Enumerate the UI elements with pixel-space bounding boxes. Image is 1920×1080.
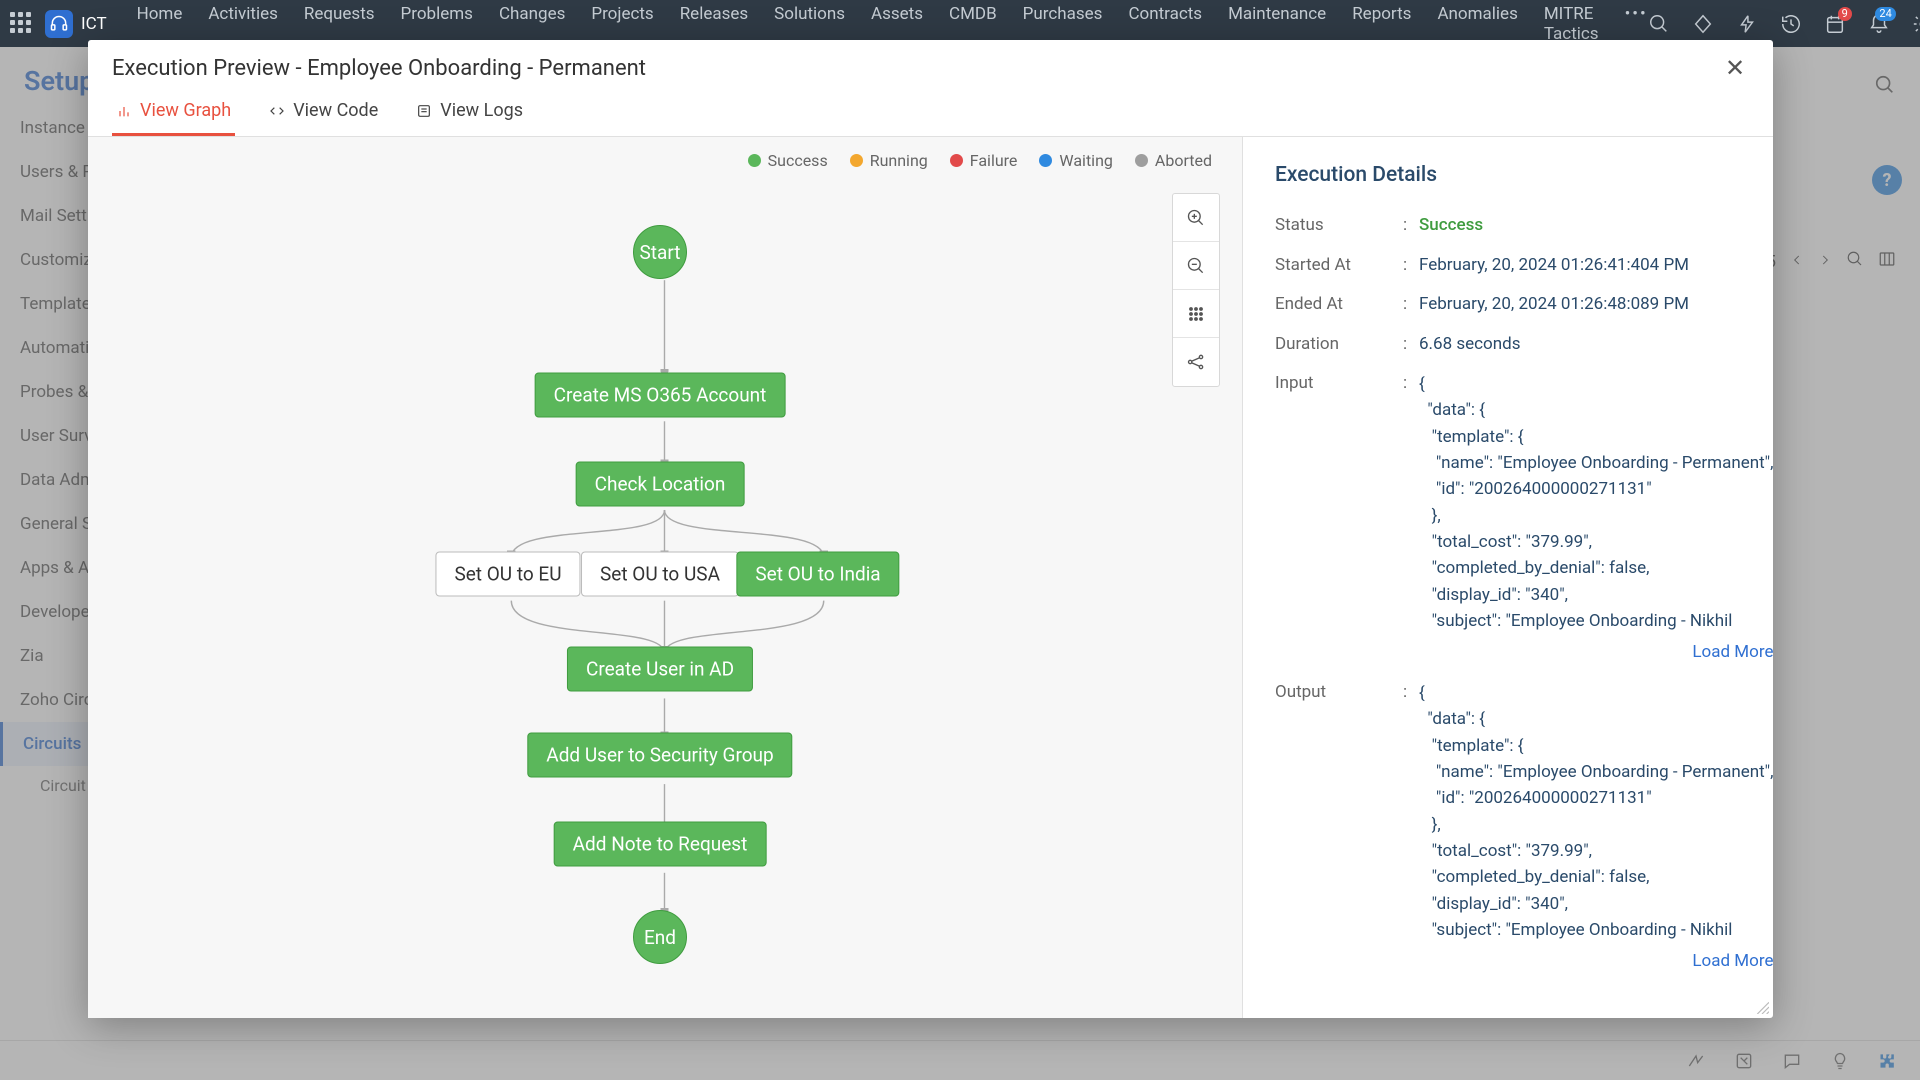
bar-chart-icon <box>116 103 132 119</box>
close-icon[interactable]: ✕ <box>1721 54 1749 82</box>
nav-item[interactable]: Problems <box>401 4 473 44</box>
graph-pane: Success Running Failure Waiting Aborted <box>88 137 1243 1018</box>
brand-logo[interactable]: ICT <box>45 10 107 38</box>
value-started: February, 20, 2024 01:26:41:404 PM <box>1419 253 1741 279</box>
label-started: Started At <box>1275 253 1403 279</box>
nav-item[interactable]: Solutions <box>774 4 845 44</box>
tab-label: View Graph <box>140 100 231 121</box>
nav-item[interactable]: Reports <box>1352 4 1411 44</box>
calendar-icon[interactable]: 9 <box>1824 13 1846 35</box>
resize-grip-icon[interactable] <box>1755 1000 1769 1014</box>
nav-more-icon[interactable]: ••• <box>1625 4 1648 44</box>
value-status: Success <box>1419 213 1741 239</box>
brand-text: ICT <box>81 14 107 34</box>
nav-item[interactable]: Changes <box>499 4 565 44</box>
nav-item[interactable]: Releases <box>680 4 748 44</box>
tab-view-code[interactable]: View Code <box>265 88 382 136</box>
tab-label: View Code <box>293 100 378 121</box>
label-input: Input <box>1275 371 1403 666</box>
gear-icon[interactable] <box>1912 13 1920 35</box>
label-duration: Duration <box>1275 332 1403 358</box>
label-output: Output <box>1275 680 1403 975</box>
output-json: { "data": { "template": { "name": "Emplo… <box>1419 680 1773 943</box>
modal-title: Execution Preview - Employee Onboarding … <box>112 56 646 81</box>
search-icon[interactable] <box>1648 13 1670 35</box>
nav-item[interactable]: Requests <box>304 4 375 44</box>
label-status: Status <box>1275 213 1403 239</box>
input-json: { "data": { "template": { "name": "Emplo… <box>1419 371 1773 634</box>
headset-icon <box>45 10 73 38</box>
node-o365[interactable]: Create MS O365 Account <box>535 373 786 418</box>
modal-body: Success Running Failure Waiting Aborted <box>88 137 1773 1018</box>
node-ou-eu[interactable]: Set OU to EU <box>435 552 580 597</box>
execution-preview-modal: Execution Preview - Employee Onboarding … <box>88 40 1773 1018</box>
modal-header: Execution Preview - Employee Onboarding … <box>88 40 1773 88</box>
node-ou-usa[interactable]: Set OU to USA <box>581 552 739 597</box>
nav-item[interactable]: MITRE Tactics <box>1544 4 1599 44</box>
tab-view-logs[interactable]: View Logs <box>412 88 527 136</box>
modal-tabs: View Graph View Code View Logs <box>88 88 1773 137</box>
nav-item[interactable]: CMDB <box>949 4 997 44</box>
node-check-location[interactable]: Check Location <box>576 462 745 507</box>
node-ou-india[interactable]: Set OU to India <box>736 552 899 597</box>
nav-item[interactable]: Assets <box>871 4 923 44</box>
nav-item[interactable]: Maintenance <box>1228 4 1326 44</box>
node-start[interactable]: Start <box>633 225 687 279</box>
node-end[interactable]: End <box>633 910 687 964</box>
execution-details-panel: Execution Details Status:Success Started… <box>1243 137 1773 1018</box>
label-ended: Ended At <box>1275 292 1403 318</box>
apps-grid-icon[interactable] <box>10 12 31 36</box>
load-more-input[interactable]: Load More <box>1419 640 1773 666</box>
load-more-output[interactable]: Load More <box>1419 949 1773 975</box>
top-nav: Home Activities Requests Problems Change… <box>137 4 1648 44</box>
value-ended: February, 20, 2024 01:26:48:089 PM <box>1419 292 1741 318</box>
nav-item[interactable]: Projects <box>591 4 653 44</box>
calendar-badge: 9 <box>1838 7 1852 21</box>
bell-badge: 24 <box>1875 7 1895 21</box>
nav-item[interactable]: Purchases <box>1023 4 1103 44</box>
nav-item[interactable]: Activities <box>208 4 278 44</box>
logs-icon <box>416 103 432 119</box>
topbar-right: 9 24 <box>1648 8 1920 40</box>
nav-item[interactable]: Anomalies <box>1437 4 1517 44</box>
details-heading: Execution Details <box>1275 163 1741 187</box>
nav-item[interactable]: Contracts <box>1128 4 1202 44</box>
tab-view-graph[interactable]: View Graph <box>112 88 235 136</box>
node-security-group[interactable]: Add User to Security Group <box>527 733 792 778</box>
tab-label: View Logs <box>440 100 523 121</box>
node-add-note[interactable]: Add Note to Request <box>554 822 767 867</box>
diamond-icon[interactable] <box>1692 13 1714 35</box>
history-icon[interactable] <box>1780 13 1802 35</box>
nav-item[interactable]: Home <box>137 4 183 44</box>
node-create-ad[interactable]: Create User in AD <box>567 647 753 692</box>
value-duration: 6.68 seconds <box>1419 332 1741 358</box>
code-icon <box>269 103 285 119</box>
bolt-icon[interactable] <box>1736 13 1758 35</box>
workflow-graph[interactable]: Start Create MS O365 Account Check Locat… <box>88 137 1242 1018</box>
bell-icon[interactable]: 24 <box>1868 13 1890 35</box>
